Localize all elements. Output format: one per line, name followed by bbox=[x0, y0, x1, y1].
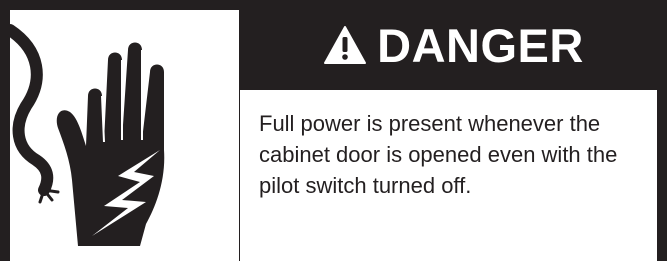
message-panel: Full power is present whenever the cabin… bbox=[240, 90, 657, 261]
pictogram-panel bbox=[10, 10, 239, 261]
danger-safety-label: DANGER Full power is present whenever th… bbox=[0, 0, 667, 261]
hazard-message: Full power is present whenever the cabin… bbox=[259, 111, 618, 198]
signal-word: DANGER bbox=[377, 18, 584, 72]
electric-shock-hand-icon bbox=[10, 24, 165, 246]
warning-triangle-icon bbox=[324, 26, 367, 64]
signal-word-banner: DANGER bbox=[240, 0, 667, 90]
